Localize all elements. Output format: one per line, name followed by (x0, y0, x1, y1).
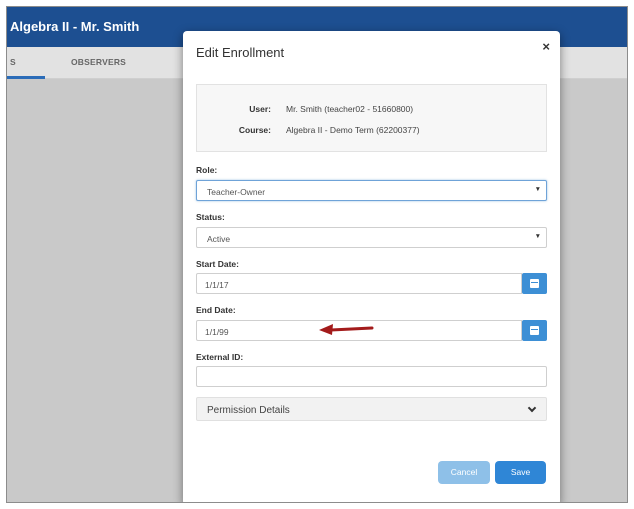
permission-details-toggle[interactable]: Permission Details (196, 397, 547, 421)
tab-truncated[interactable]: S (10, 57, 16, 67)
start-date-calendar-button[interactable] (522, 273, 547, 294)
start-date-input[interactable]: 1/1/17 (196, 273, 522, 294)
course-value: Algebra II - Demo Term (62200377) (286, 125, 420, 135)
modal-title: Edit Enrollment (196, 45, 285, 60)
external-id-label: External ID: (196, 352, 244, 362)
annotation-arrow-icon (319, 324, 374, 335)
permission-details-label: Permission Details (207, 405, 290, 416)
user-label: User: (249, 104, 271, 114)
course-title: Algebra II - Mr. Smith (10, 19, 140, 34)
caret-down-icon: ▼ (534, 233, 541, 240)
start-date-label: Start Date: (196, 259, 239, 269)
status-value: Active (207, 234, 231, 244)
tab-observers[interactable]: OBSERVERS (71, 57, 126, 67)
role-value: Teacher-Owner (207, 187, 266, 197)
external-id-input[interactable] (196, 366, 547, 387)
course-label: Course: (238, 125, 271, 135)
enrollment-info-box: User: Mr. Smith (teacher02 - 51660800) C… (196, 84, 547, 152)
end-date-label: End Date: (196, 305, 236, 315)
status-select[interactable]: Active ▼ (196, 227, 547, 248)
user-value: Mr. Smith (teacher02 - 51660800) (286, 104, 414, 114)
screenshot-frame: Algebra II - Mr. Smith S OBSERVERS Edit … (6, 6, 628, 503)
status-label: Status: (196, 212, 225, 222)
calendar-icon (530, 279, 539, 288)
cancel-button[interactable]: Cancel (438, 461, 490, 484)
role-select[interactable]: Teacher-Owner ▼ (196, 180, 547, 201)
end-date-calendar-button[interactable] (522, 320, 547, 341)
save-button[interactable]: Save (495, 461, 546, 484)
start-date-value: 1/1/17 (205, 280, 229, 290)
close-icon[interactable]: × (542, 39, 550, 54)
chevron-down-icon (527, 403, 537, 413)
caret-down-icon: ▼ (534, 186, 541, 193)
role-label: Role: (196, 165, 218, 175)
calendar-icon (530, 326, 539, 335)
edit-enrollment-modal: Edit Enrollment × User: Mr. Smith (teach… (183, 31, 560, 502)
end-date-value: 1/1/99 (205, 327, 229, 337)
